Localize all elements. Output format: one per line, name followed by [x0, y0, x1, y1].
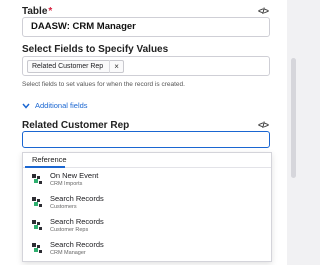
chip-label: Related Customer Rep: [32, 63, 104, 70]
integration-icon: [32, 243, 42, 253]
dropdown-item[interactable]: Search Records CRM Manager: [23, 237, 271, 260]
scroll-rail: [287, 0, 300, 265]
dropdown-item[interactable]: Search Records Customer Reps: [23, 214, 271, 237]
item-subtitle: Customers: [50, 204, 77, 210]
select-fields-input[interactable]: Related Customer Rep ×: [22, 56, 270, 76]
reference-dropdown: Reference On New Event CRM Imports Searc…: [22, 152, 272, 262]
item-title: On New Event: [50, 171, 99, 180]
select-fields-helper: Select fields to set values for when the…: [22, 81, 185, 88]
dropdown-item[interactable]: Search Records Customers: [23, 191, 271, 214]
additional-fields-label: Additional fields: [35, 101, 88, 110]
field-chip[interactable]: Related Customer Rep ×: [27, 60, 124, 73]
chevron-down-icon: [22, 103, 30, 109]
code-brackets-icon[interactable]: </>: [258, 120, 269, 130]
tab-reference[interactable]: Reference: [32, 155, 67, 164]
form-panel: Table* </> DAASW: CRM Manager Select Fie…: [0, 0, 287, 265]
required-marker: *: [48, 6, 53, 17]
item-title: Search Records: [50, 194, 104, 203]
item-title: Search Records: [50, 240, 104, 249]
dropdown-item[interactable]: On New Event CRM Imports: [23, 168, 271, 191]
item-subtitle: CRM Imports: [50, 181, 83, 187]
scrollbar[interactable]: [291, 58, 296, 178]
select-fields-label: Select Fields to Specify Values: [22, 44, 169, 55]
related-rep-label: Related Customer Rep: [22, 120, 130, 131]
integration-icon: [32, 197, 42, 207]
integration-icon: [32, 220, 42, 230]
table-select[interactable]: DAASW: CRM Manager: [22, 17, 270, 37]
chip-remove-icon[interactable]: ×: [109, 60, 119, 73]
item-title: Search Records: [50, 217, 104, 226]
integration-icon: [32, 174, 42, 184]
table-value: DAASW: CRM Manager: [31, 21, 136, 32]
item-subtitle: Customer Reps: [50, 227, 89, 233]
dropdown-tabs: Reference: [23, 153, 271, 168]
additional-fields-toggle[interactable]: Additional fields: [22, 101, 88, 110]
table-label: Table*: [22, 6, 53, 17]
item-subtitle: CRM Manager: [50, 250, 86, 256]
related-rep-input[interactable]: [22, 131, 270, 148]
code-brackets-icon[interactable]: </>: [258, 6, 269, 16]
